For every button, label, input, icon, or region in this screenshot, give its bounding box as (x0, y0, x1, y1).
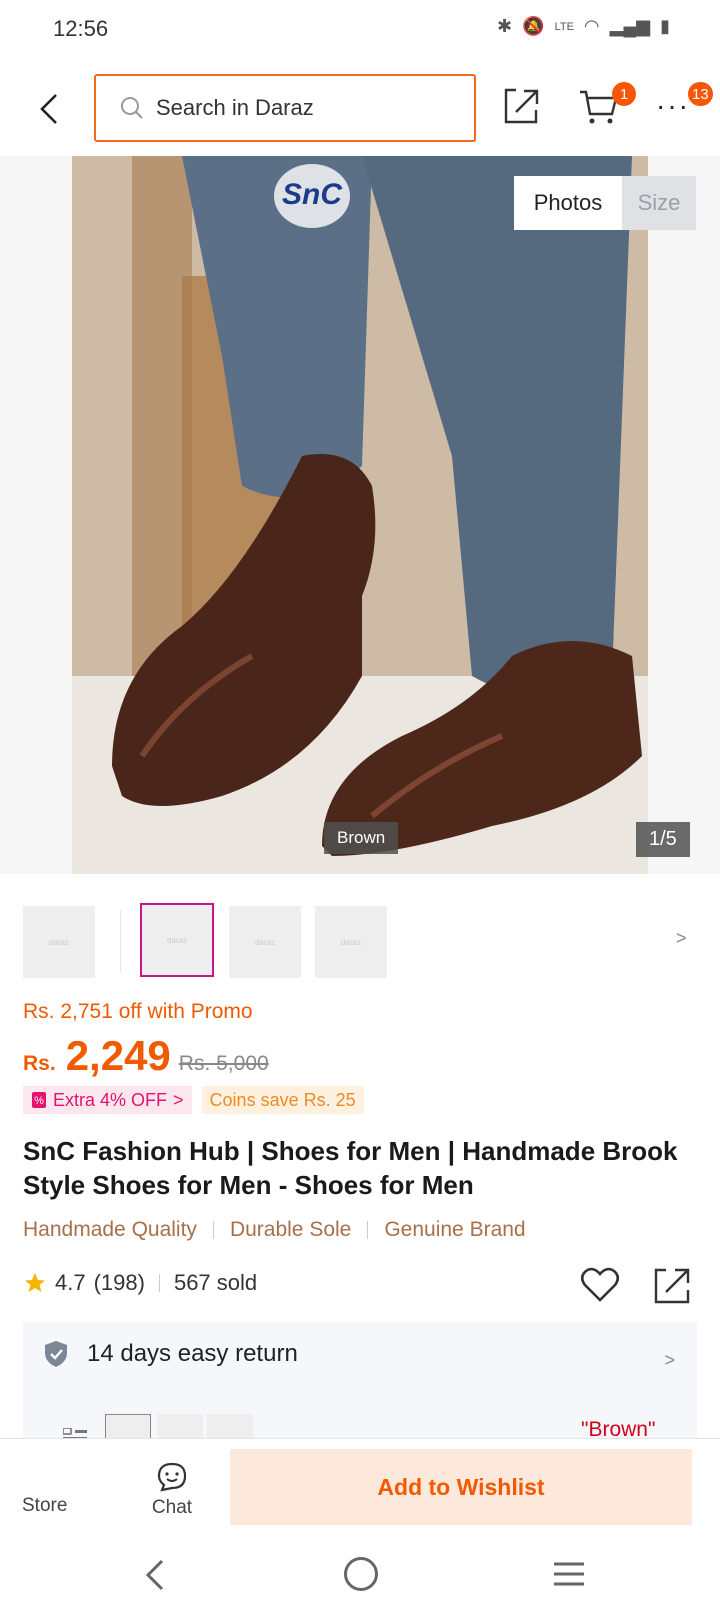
share-button[interactable] (502, 86, 542, 128)
search-placeholder: Search in Daraz (156, 95, 314, 120)
promo-tags: % Extra 4% OFF > Coins save Rs. 25 (23, 1086, 364, 1114)
chevron-right-icon: > (173, 1089, 184, 1110)
status-time: 12:56 (53, 16, 109, 41)
tab-photos[interactable]: Photos (514, 176, 622, 230)
original-price: Rs. 5,000 (178, 1052, 269, 1075)
back-icon (40, 94, 57, 124)
notification-count-badge: 13 (688, 82, 713, 106)
svg-text:%: % (34, 1095, 44, 1107)
selected-variant-text: "Brown" (581, 1418, 656, 1438)
variant-thumbnail[interactable] (207, 1414, 253, 1438)
nav-back-icon[interactable] (140, 1558, 170, 1592)
chevron-right-icon[interactable]: > (676, 928, 687, 949)
nav-recents-icon[interactable] (552, 1560, 586, 1588)
shield-icon (45, 1341, 67, 1367)
signal-icon: ▂▄▆ (609, 16, 651, 36)
thumbnail[interactable]: daraz (315, 906, 387, 978)
share-icon (654, 1268, 690, 1304)
photo-tabs: Photos Size (514, 176, 696, 230)
bluetooth-icon: ✱ (497, 16, 513, 36)
price-currency: Rs. (23, 1052, 56, 1075)
feature-item: Handmade Quality (23, 1218, 197, 1241)
rating-row[interactable]: 4.7 (198) 567 sold (23, 1270, 257, 1296)
chat-label: Chat (151, 1497, 193, 1518)
voucher-icon: % (32, 1092, 46, 1108)
variant-label: Brown (324, 822, 399, 854)
variant-thumbnail-active[interactable] (105, 1414, 151, 1438)
star-icon (25, 1273, 45, 1292)
extra-off-label: Extra 4% OFF (53, 1089, 168, 1110)
tab-size[interactable]: Size (622, 176, 696, 230)
promo-discount-text: Rs. 2,751 off with Promo (23, 1000, 253, 1023)
cart-count-badge: 1 (612, 82, 636, 106)
shoe-photo-illustration: SnC (72, 156, 648, 874)
status-bar: 12:56 ✱ 🔕 LTE ◠ ▂▄▆ ▮ (0, 0, 720, 60)
more-button[interactable]: ··· (656, 92, 692, 126)
product-title: SnC Fashion Hub | Shoes for Men | Handma… (23, 1136, 678, 1200)
bottom-action-bar: Store Chat Add to Wishlist (0, 1438, 720, 1542)
return-policy-row[interactable]: 14 days easy return (43, 1340, 298, 1368)
rating-divider (158, 1274, 160, 1292)
price-value: 2,249 (65, 1032, 171, 1079)
product-photo[interactable]: SnC (72, 156, 648, 874)
feature-item: Durable Sole (229, 1218, 352, 1241)
thumbnail[interactable]: daraz (229, 906, 301, 978)
thumbnail-active[interactable]: daraz (140, 903, 214, 977)
variant-selector-row[interactable]: "Brown" (43, 1410, 697, 1438)
heart-icon (580, 1267, 620, 1302)
coins-tag: Coins save Rs. 25 (201, 1086, 364, 1114)
chat-button[interactable]: Chat (146, 1461, 198, 1519)
return-policy-text: 14 days easy return (87, 1340, 298, 1367)
thumbnail[interactable]: daraz (23, 906, 95, 978)
volte-icon: LTE (554, 20, 574, 33)
feature-divider (367, 1221, 369, 1239)
system-navigation-bar (0, 1542, 720, 1612)
more-icon: ··· (656, 90, 690, 121)
sold-count: 567 sold (173, 1270, 258, 1295)
review-count: (198) (93, 1270, 145, 1295)
battery-icon: ▮ (660, 16, 670, 36)
wifi-icon: ◠ (583, 16, 600, 36)
thumbnail-strip: daraz daraz daraz daraz > (0, 900, 720, 980)
feature-highlights: Handmade Quality Durable Sole Genuine Br… (23, 1218, 526, 1242)
chat-icon (157, 1462, 187, 1492)
wishlist-heart-button[interactable] (580, 1266, 620, 1306)
variant-thumbnail[interactable] (157, 1414, 203, 1438)
share-icon (504, 88, 539, 124)
feature-divider (212, 1221, 214, 1239)
search-icon (118, 94, 146, 122)
variant-grid-icon (63, 1428, 87, 1438)
share-product-button[interactable] (652, 1266, 692, 1306)
search-input[interactable]: Search in Daraz (94, 74, 476, 142)
photo-counter: 1/5 (636, 822, 690, 857)
product-gallery[interactable]: SnC Photos Size Brown 1/5 (0, 156, 720, 874)
nav-home-icon[interactable] (344, 1557, 378, 1591)
rating-value: 4.7 (55, 1270, 86, 1295)
svg-text:SnC: SnC (282, 178, 343, 211)
thumbnail-divider (120, 910, 121, 972)
back-button[interactable] (32, 88, 66, 130)
feature-item: Genuine Brand (384, 1218, 526, 1241)
price-row: Rs. 2,249 Rs. 5,000 (23, 1032, 269, 1080)
header: Search in Daraz 1 ··· 13 (0, 66, 720, 152)
store-button[interactable]: Store (22, 1495, 67, 1517)
add-to-wishlist-button[interactable]: Add to Wishlist (230, 1449, 692, 1525)
service-box: 14 days easy return > "Brown" (23, 1322, 697, 1438)
status-icons: ✱ 🔕 LTE ◠ ▂▄▆ ▮ (497, 16, 670, 37)
mute-icon: 🔕 (522, 16, 545, 36)
chevron-right-icon[interactable]: > (664, 1350, 675, 1371)
extra-off-tag[interactable]: % Extra 4% OFF > (23, 1086, 192, 1114)
